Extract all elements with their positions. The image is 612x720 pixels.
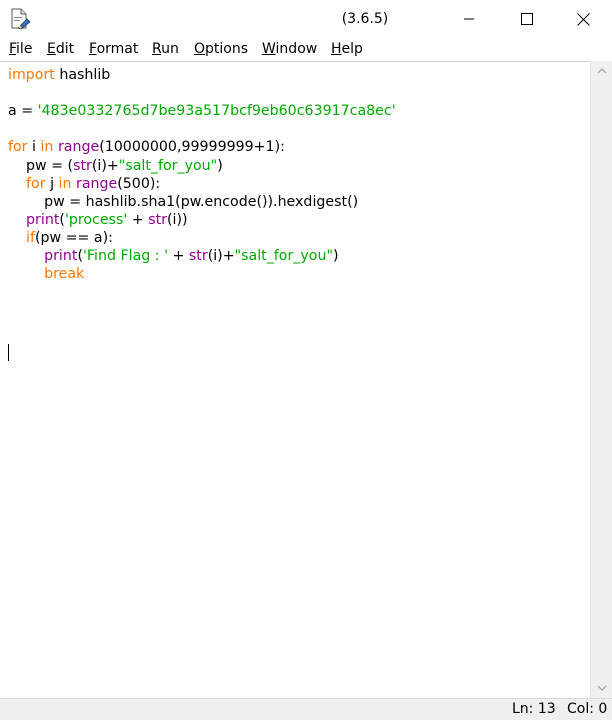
status-bar: Ln: 13 Col: 0 — [0, 698, 612, 720]
code-token: (10000000,99999999+1): — [99, 139, 285, 156]
string-token: '483e0332765d7be93a517bcf9eb60c63917ca8e… — [37, 103, 396, 120]
menu-format[interactable]: Format — [89, 40, 138, 58]
minimize-button[interactable] — [440, 0, 498, 38]
vertical-scrollbar[interactable] — [590, 61, 612, 698]
code-token: i — [27, 139, 41, 156]
code-token: ) — [217, 157, 223, 174]
builtin-token: print — [26, 211, 60, 228]
string-token: 'Find Flag : ' — [82, 248, 168, 264]
code-token: (i)+ — [207, 248, 235, 264]
code-token: a = — [8, 103, 38, 120]
builtin-token: str — [188, 248, 208, 264]
menu-options[interactable]: Options — [194, 40, 248, 58]
maximize-button[interactable] — [498, 0, 556, 38]
string-token: 'process' — [64, 211, 128, 228]
code-line: if(pw == a): — [8, 229, 113, 247]
code-line: print('process' + str(i)) — [8, 211, 188, 229]
code-line: break — [8, 265, 84, 283]
keyword-token: in — [40, 139, 54, 156]
code-line: import hashlib — [8, 66, 110, 84]
minimize-icon — [464, 18, 474, 20]
line-number: Ln: 13 — [512, 701, 556, 717]
code-line: for j in range(500): — [8, 175, 160, 193]
builtin-token: str — [148, 211, 167, 228]
keyword-token: for — [26, 175, 46, 192]
builtin-token: range — [75, 175, 118, 192]
close-button[interactable] — [554, 0, 612, 38]
string-token: "salt_for_you" — [118, 157, 218, 174]
menu-run[interactable]: Run — [152, 40, 179, 58]
keyword-token: if — [26, 229, 35, 246]
maximize-icon — [521, 13, 533, 25]
text-cursor — [8, 344, 9, 361]
code-token: j — [45, 175, 59, 192]
code-token: (i)+ — [91, 157, 119, 174]
code-token: ) — [333, 248, 339, 264]
code-token: (pw == a): — [34, 229, 113, 246]
close-icon — [576, 12, 590, 26]
code-token: hashlib — [54, 67, 111, 83]
code-line: pw = hashlib.sha1(pw.encode()).hexdigest… — [8, 193, 358, 211]
menu-edit[interactable]: Edit — [47, 40, 74, 58]
column-number: Col: 0 — [567, 701, 608, 717]
title-bar: (3.6.5) — [0, 0, 612, 38]
keyword-token: import — [8, 67, 55, 83]
builtin-token: str — [73, 157, 92, 174]
scroll-up-arrow[interactable] — [591, 61, 612, 81]
keyword-token: break — [44, 266, 85, 283]
menu-window[interactable]: Window — [262, 40, 317, 58]
menu-help[interactable]: Help — [331, 40, 363, 58]
builtin-token: range — [57, 139, 100, 156]
code-token: (500): — [117, 175, 161, 192]
code-token: pw = ( — [8, 157, 74, 174]
code-editor[interactable]: import hashlib a = '483e0332765d7be93a517… — [0, 61, 590, 699]
scroll-down-arrow[interactable] — [591, 678, 612, 698]
code-token: + — [167, 248, 189, 264]
keyword-token: in — [58, 175, 72, 192]
string-token: "salt_for_you" — [234, 248, 333, 264]
keyword-token: for — [8, 139, 28, 156]
builtin-token: print — [44, 248, 78, 264]
code-token: (i)) — [166, 211, 188, 228]
chevron-up-icon — [597, 68, 606, 74]
code-token: pw = hashlib.sha1(pw.encode()).hexdigest… — [8, 193, 359, 210]
menu-file[interactable]: File — [9, 40, 32, 58]
code-line: for i in range(10000000,99999999+1): — [8, 138, 285, 156]
menu-bar: File Edit Format Run Options Window Help — [0, 38, 612, 61]
code-line: pw = (str(i)+"salt_for_you") — [8, 157, 223, 175]
code-line: a = '483e0332765d7be93a517bcf9eb60c63917… — [8, 102, 396, 120]
code-line: print('Find Flag : ' + str(i)+"salt_for_… — [8, 247, 339, 265]
code-token: + — [127, 211, 149, 228]
chevron-down-icon — [597, 685, 606, 691]
